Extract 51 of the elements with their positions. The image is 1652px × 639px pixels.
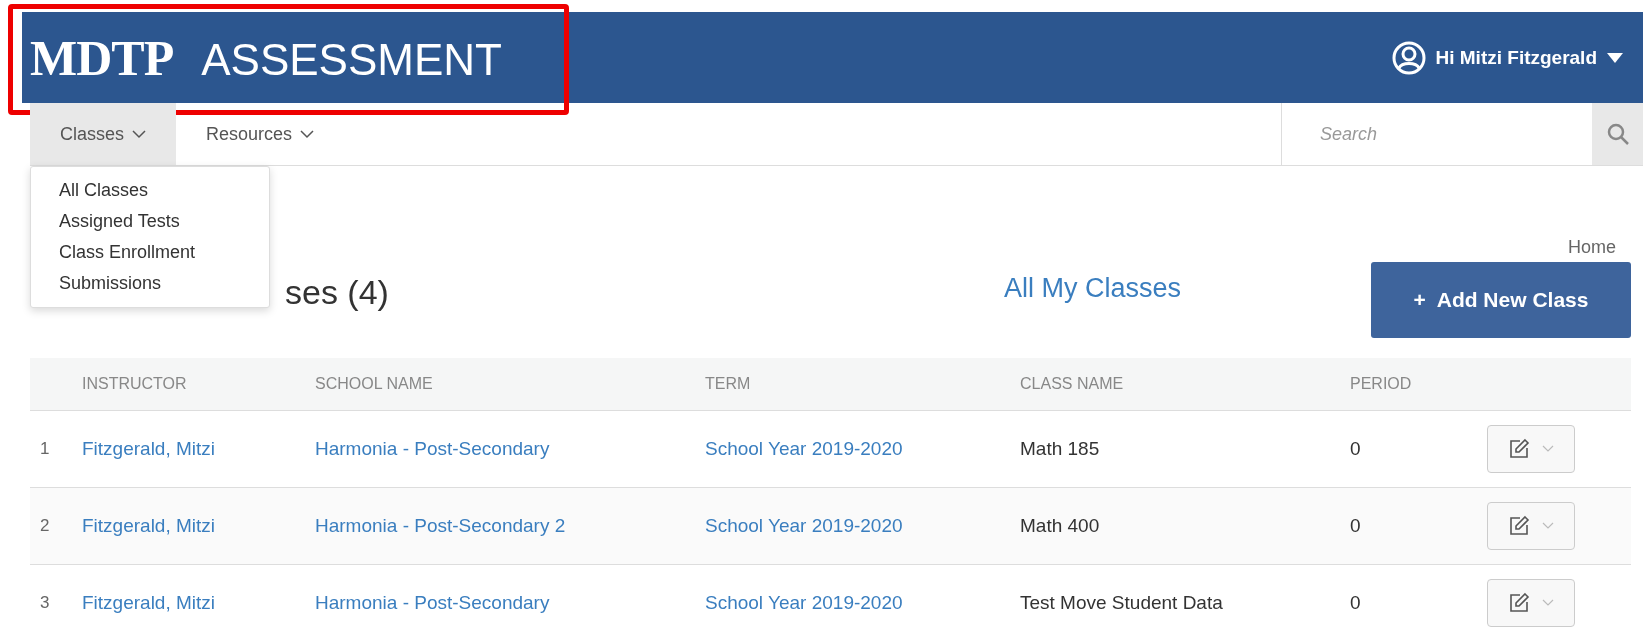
caret-icon [1607, 52, 1623, 63]
column-header: SCHOOL NAME [315, 375, 434, 393]
school-link[interactable]: Harmonia - Post-Secondary [315, 438, 705, 460]
nav-menu[interactable]: Resources [176, 103, 345, 165]
search-icon [1605, 122, 1630, 146]
menu-item[interactable]: Class Enrollment [31, 237, 269, 268]
breadcrumb[interactable]: Home [1568, 237, 1616, 258]
term-link[interactable]: School Year 2019-2020 [705, 438, 1020, 460]
school-link[interactable]: Harmonia - Post-Secondary 2 [315, 515, 705, 537]
user-avatar-icon [1391, 40, 1426, 75]
menu-item[interactable]: All Classes [31, 175, 269, 206]
edit-icon [1508, 515, 1530, 537]
column-header: TERM [705, 375, 752, 393]
edit-dropdown-button[interactable] [1487, 502, 1575, 550]
school-link[interactable]: Harmonia - Post-Secondary [315, 592, 705, 614]
table-cell-text: Test Move Student Data [1020, 592, 1224, 614]
table-cell-text: 0 [1350, 515, 1362, 537]
edit-icon [1508, 438, 1530, 460]
instructor-link[interactable]: Fitzgerald, Mitzi [82, 438, 315, 460]
chevron-down-icon [132, 129, 147, 139]
search-button[interactable] [1592, 103, 1643, 165]
edit-dropdown-button[interactable] [1487, 579, 1575, 627]
add-class-button[interactable]: + Add New Class [1371, 262, 1631, 338]
term-link[interactable]: School Year 2019-2020 [705, 515, 1020, 537]
term-link[interactable]: School Year 2019-2020 [705, 592, 1020, 614]
edit-dropdown-button[interactable] [1487, 425, 1575, 473]
table-cell-text: 0 [1350, 438, 1362, 460]
chevron-down-icon [1542, 445, 1554, 453]
edit-icon [1508, 592, 1530, 614]
all-classes-link[interactable]: All My Classes [1003, 273, 1181, 304]
table-cell-text: Math 185 [1020, 438, 1101, 460]
table-cell-text: Math 400 [1020, 515, 1101, 537]
column-header: PERIOD [1350, 375, 1413, 393]
instructor-link[interactable]: Fitzgerald, Mitzi [82, 592, 315, 614]
menu-item[interactable]: Assigned Tests [31, 206, 269, 237]
page-title: ses (4) [285, 273, 389, 312]
nav-menu[interactable]: Classes [30, 103, 177, 165]
table-cell-text: 0 [1350, 592, 1362, 614]
row-number: 2 [39, 516, 51, 536]
row-number: 3 [39, 593, 51, 613]
chevron-down-icon [1542, 599, 1554, 607]
logo-text: ASSESSMENT [201, 34, 502, 85]
user-menu[interactable]: Hi Mitzi Fitzgerald [1385, 39, 1629, 76]
instructor-link[interactable]: Fitzgerald, Mitzi [82, 515, 315, 537]
menu-item[interactable]: Submissions [31, 268, 269, 299]
row-number: 1 [39, 439, 51, 459]
logo-mark: MDTP [30, 28, 174, 87]
chevron-down-icon [300, 129, 315, 139]
chevron-down-icon [1542, 522, 1554, 530]
column-header: INSTRUCTOR [82, 375, 188, 393]
column-header: CLASS NAME [1020, 375, 1125, 393]
